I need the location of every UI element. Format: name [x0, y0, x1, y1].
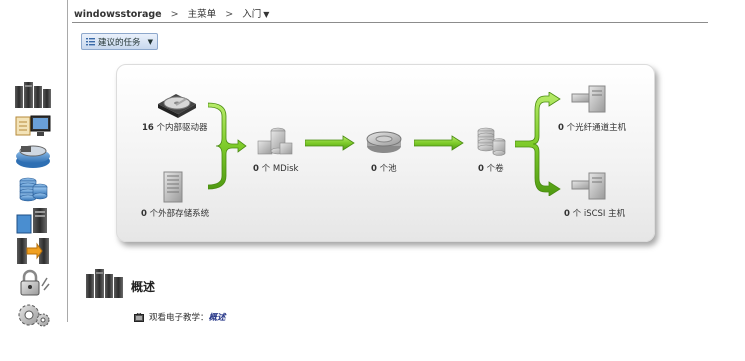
sidebar [0, 0, 68, 361]
volume-label[interactable]: 0 个卷 [478, 162, 504, 174]
suggested-tasks-button[interactable]: 建议的任务 ▼ [81, 33, 158, 50]
pool-text: 个池 [379, 164, 397, 174]
breadcrumb: windowsstorage > 主菜单 > 入门 ▼ [74, 6, 269, 20]
iscsi-host-label[interactable]: 0 个 iSCSI 主机 [564, 207, 625, 219]
external-storage-node[interactable] [161, 170, 187, 207]
mdisk-stack-icon [257, 127, 293, 155]
pools-disk-icon[interactable] [13, 141, 53, 171]
merge-bracket-arrow [208, 102, 247, 190]
fc-host-text: 个光纤通道主机 [566, 123, 627, 133]
iscsi-host-text: 个 iSCSI 主机 [572, 209, 626, 219]
volume-count: 0 [478, 164, 484, 174]
tutorial-prefix: 观看电子教学： [149, 313, 209, 323]
header-divider [72, 22, 708, 23]
storage-tower-icon [163, 171, 183, 203]
suggested-tasks-label: 建议的任务 [98, 37, 141, 48]
copy-services-icon[interactable] [13, 236, 53, 266]
fc-host-count: 0 [558, 123, 564, 133]
pool-node[interactable] [364, 128, 404, 159]
chevron-down-icon: ▼ [147, 37, 153, 46]
hard-drive-icon [158, 94, 196, 118]
iscsi-host-icon [571, 172, 606, 200]
internal-drives-node[interactable] [156, 88, 198, 121]
fc-host-icon [571, 85, 606, 113]
hosts-icon[interactable] [13, 205, 53, 235]
settings-gear-icon[interactable] [13, 300, 53, 330]
arrow-right-icon [305, 135, 355, 151]
fc-host-node[interactable] [569, 84, 609, 117]
iscsi-host-node[interactable] [569, 171, 609, 204]
internal-drives-count: 16 [142, 123, 154, 133]
volume-node[interactable] [474, 125, 508, 162]
volume-stack-icon [477, 127, 506, 156]
mdisk-label[interactable]: 0 个 MDisk [253, 162, 298, 174]
tv-icon [134, 313, 144, 322]
servers-home-icon[interactable] [13, 80, 53, 110]
breadcrumb-current-label: 入门 [242, 9, 262, 20]
volumes-icon[interactable] [13, 173, 53, 203]
pool-disk-icon [366, 131, 402, 153]
overview-servers-icon [84, 266, 126, 300]
volume-text: 个卷 [486, 164, 504, 174]
mdisk-count: 0 [253, 164, 259, 174]
tutorial-link[interactable]: 概述 [209, 313, 226, 323]
pool-count: 0 [371, 164, 377, 174]
sidebar-divider [67, 0, 68, 322]
external-storage-count: 0 [141, 209, 147, 219]
breadcrumb-system[interactable]: windowsstorage [74, 9, 162, 20]
mdisk-node[interactable] [254, 125, 294, 160]
monitoring-icon[interactable] [13, 111, 53, 141]
pool-label[interactable]: 0 个池 [371, 162, 397, 174]
external-storage-text: 个外部存储系统 [149, 209, 210, 219]
breadcrumb-current[interactable]: 入门 ▼ [242, 9, 269, 20]
iscsi-host-count: 0 [564, 209, 570, 219]
fc-host-label[interactable]: 0 个光纤通道主机 [558, 121, 626, 133]
overview-title: 概述 [131, 280, 156, 294]
chevron-down-icon: ▼ [263, 10, 270, 19]
mdisk-text: 个 MDisk [261, 164, 299, 174]
breadcrumb-main-menu[interactable]: 主菜单 [188, 9, 217, 20]
internal-drives-text: 个内部驱动器 [156, 123, 208, 133]
arrow-right-icon [414, 135, 464, 151]
internal-drives-label[interactable]: 16 个内部驱动器 [142, 121, 208, 133]
access-lock-icon[interactable] [13, 268, 53, 298]
tutorial-row: 观看电子教学：概述 [134, 311, 226, 323]
external-storage-label[interactable]: 0 个外部存储系统 [141, 207, 209, 219]
breadcrumb-separator: > [170, 9, 179, 20]
list-icon [86, 38, 95, 46]
split-bracket-arrow [515, 92, 561, 196]
breadcrumb-separator: > [225, 9, 234, 20]
